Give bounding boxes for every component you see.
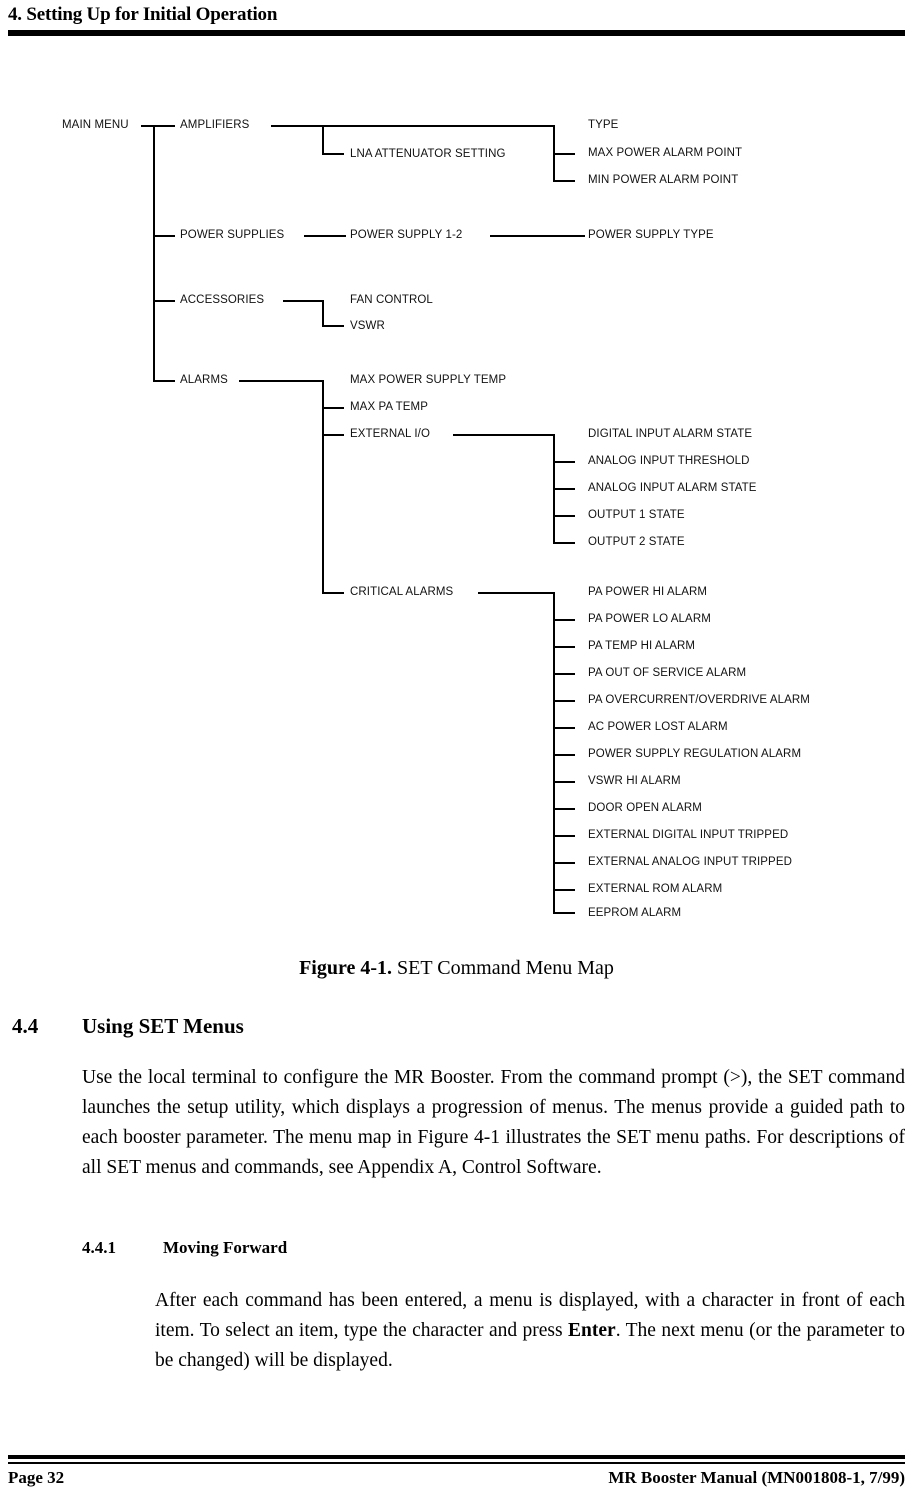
tree-node-power-supply-type: POWER SUPPLY TYPE <box>588 229 714 241</box>
section-title-using-set-menus: Using SET Menus <box>82 1014 244 1038</box>
tree-connector-ca-12 <box>553 912 575 914</box>
footer-page-number: Page 32 <box>8 1468 65 1487</box>
tree-node-pa-power-hi-alarm: PA POWER HI ALARM <box>588 586 708 598</box>
tree-connector-external-io-to-right <box>453 434 555 436</box>
tree-node-pa-temp-hi-alarm: PA TEMP HI ALARM <box>588 640 696 652</box>
tree-node-fan-control: FAN CONTROL <box>350 294 433 306</box>
tree-node-door-open-alarm: DOOR OPEN ALARM <box>588 802 702 814</box>
tree-node-analog-input-alarm-state: ANALOG INPUT ALARM STATE <box>588 482 757 494</box>
tree-node-critical-alarms: CRITICAL ALARMS <box>350 586 454 598</box>
footer-divider-thick <box>8 1455 905 1459</box>
tree-connector-accessories <box>153 300 175 302</box>
tree-connector-external-io <box>322 434 344 436</box>
section-number-4-4-1: 4.4.1 <box>82 1238 116 1257</box>
tree-connector-amplifiers-to-right <box>271 125 555 127</box>
tree-spine-amplifiers-sub <box>322 125 324 155</box>
tree-node-output-1-state: OUTPUT 1 STATE <box>588 509 685 521</box>
command-prompt-symbol: > <box>729 1067 741 1088</box>
tree-connector-power-supply-1-2 <box>304 235 346 237</box>
tree-node-power-supply-regulation-alarm: POWER SUPPLY REGULATION ALARM <box>588 748 802 760</box>
tree-connector-ca-11 <box>553 889 575 891</box>
tree-node-digital-input-alarm-state: DIGITAL INPUT ALARM STATE <box>588 428 753 440</box>
tree-node-accessories: ACCESSORIES <box>180 294 265 306</box>
tree-node-amplifiers: AMPLIFIERS <box>180 119 250 131</box>
tree-connector-ca-9 <box>553 835 575 837</box>
tree-node-eeprom-alarm: EEPROM ALARM <box>588 907 682 919</box>
tree-connector-alarms-sub <box>239 380 324 382</box>
footer-manual-reference: MR Booster Manual (MN001808-1, 7/99) <box>608 1468 905 1487</box>
tree-connector-output-2-state <box>553 542 575 544</box>
tree-node-vswr: VSWR <box>350 320 385 332</box>
section-number-4-4: 4.4 <box>12 1014 39 1038</box>
tree-connector-output-1-state <box>553 515 575 517</box>
tree-node-pa-power-lo-alarm: PA POWER LO ALARM <box>588 613 711 625</box>
tree-connector-ca-2 <box>553 646 575 648</box>
figure-caption: Figure 4-1. SET Command Menu Map <box>0 957 913 980</box>
tree-connector-power-supply-type <box>490 235 585 237</box>
tree-connector-max-power-alarm-point <box>553 153 575 155</box>
tree-connector-ca-10 <box>553 862 575 864</box>
tree-connector-ca-6 <box>553 754 575 756</box>
tree-spine-critical-alarms <box>553 592 555 912</box>
tree-node-external-io: EXTERNAL I/O <box>350 428 431 440</box>
tree-connector-max-pa-temp <box>322 407 344 409</box>
tree-node-analog-input-threshold: ANALOG INPUT THRESHOLD <box>588 455 750 467</box>
tree-node-max-pa-temp: MAX PA TEMP <box>350 401 429 413</box>
paragraph-1-part-a: Use the local terminal to configure the … <box>82 1067 730 1088</box>
tree-node-power-supply-1-2: POWER SUPPLY 1-2 <box>350 229 463 241</box>
paragraph-using-set-menus: Use the local terminal to configure the … <box>82 1063 905 1183</box>
figure-caption-text: SET Command Menu Map <box>392 957 614 979</box>
tree-spine-accessories-sub <box>322 300 324 327</box>
tree-node-min-power-alarm-point: MIN POWER ALARM POINT <box>588 174 739 186</box>
tree-node-max-power-alarm-point: MAX POWER ALARM POINT <box>588 147 743 159</box>
tree-node-ac-power-lost-alarm: AC POWER LOST ALARM <box>588 721 728 733</box>
figure-caption-label: Figure 4-1. <box>299 957 393 979</box>
tree-connector-ca-8 <box>553 808 575 810</box>
tree-spine-main <box>153 125 155 382</box>
tree-connector-power-supplies <box>153 235 175 237</box>
tree-connector-ca-1 <box>553 619 575 621</box>
tree-node-external-digital-input-tripped: EXTERNAL DIGITAL INPUT TRIPPED <box>588 829 789 841</box>
tree-connector-lna <box>322 153 344 155</box>
enter-key-emphasis: Enter <box>568 1320 616 1341</box>
tree-connector-ca-5 <box>553 727 575 729</box>
tree-node-main-menu: MAIN MENU <box>62 119 129 131</box>
tree-node-max-power-supply-temp: MAX POWER SUPPLY TEMP <box>350 374 507 386</box>
tree-node-external-rom-alarm: EXTERNAL ROM ALARM <box>588 883 723 895</box>
paragraph-moving-forward: After each command has been entered, a m… <box>155 1286 905 1376</box>
tree-connector-analog-input-alarm-state <box>553 488 575 490</box>
tree-connector-ca-4 <box>553 700 575 702</box>
section-title-moving-forward: Moving Forward <box>163 1238 288 1257</box>
figure-set-command-menu-map: MAIN MENU AMPLIFIERS POWER SUPPLIES ACCE… <box>0 0 913 940</box>
tree-node-power-supplies: POWER SUPPLIES <box>180 229 285 241</box>
tree-node-output-2-state: OUTPUT 2 STATE <box>588 536 685 548</box>
tree-node-pa-overcurrent-overdrive-alarm: PA OVERCURRENT/OVERDRIVE ALARM <box>588 694 810 706</box>
tree-connector-critical-alarms-to-right <box>478 592 555 594</box>
tree-connector-min-power-alarm-point <box>553 180 575 182</box>
tree-connector-accessories-sub <box>283 300 324 302</box>
footer-divider-thin <box>8 1462 905 1464</box>
tree-node-vswr-hi-alarm: VSWR HI ALARM <box>588 775 681 787</box>
tree-connector-alarms <box>153 380 175 382</box>
tree-node-alarms: ALARMS <box>180 374 228 386</box>
tree-node-external-analog-input-tripped: EXTERNAL ANALOG INPUT TRIPPED <box>588 856 792 868</box>
tree-node-pa-out-of-service-alarm: PA OUT OF SERVICE ALARM <box>588 667 747 679</box>
tree-spine-alarms-sub <box>322 380 324 594</box>
tree-node-type: TYPE <box>588 119 619 131</box>
tree-node-lna-attenuator-setting: LNA ATTENUATOR SETTING <box>350 148 506 160</box>
tree-connector-amplifiers <box>153 125 175 127</box>
tree-connector-ca-3 <box>553 673 575 675</box>
tree-connector-critical-alarms <box>322 592 344 594</box>
tree-connector-vswr <box>322 325 344 327</box>
tree-connector-analog-input-threshold <box>553 461 575 463</box>
tree-connector-ca-7 <box>553 781 575 783</box>
